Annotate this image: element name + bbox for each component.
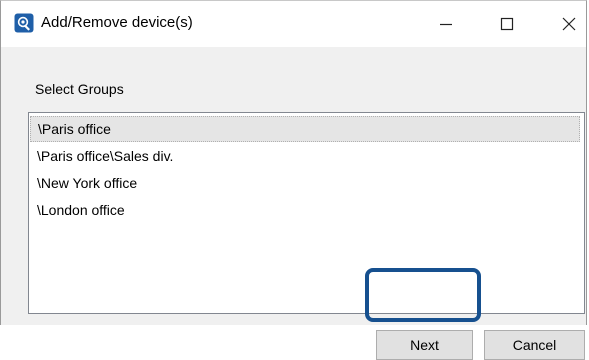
dialog-window: Add/Remove device(s) Select Groups \Pari…: [0, 0, 587, 360]
select-groups-label: Select Groups: [35, 81, 124, 97]
close-button[interactable]: [546, 1, 589, 47]
device-management-icon: [14, 13, 34, 33]
minimize-button[interactable]: [423, 1, 469, 47]
cancel-button[interactable]: Cancel: [484, 330, 585, 360]
maximize-icon: [500, 17, 514, 31]
dialog-content: Select Groups \Paris office \Paris offic…: [1, 47, 586, 360]
title-bar[interactable]: Add/Remove device(s): [1, 1, 586, 47]
groups-listbox[interactable]: \Paris office \Paris office\Sales div. \…: [28, 112, 585, 314]
next-button-highlight: [365, 268, 481, 322]
group-item-london-office[interactable]: \London office: [30, 197, 580, 223]
group-item-paris-office[interactable]: \Paris office: [30, 116, 580, 142]
window-title: Add/Remove device(s): [41, 14, 193, 31]
close-icon: [562, 17, 576, 31]
group-item-paris-sales[interactable]: \Paris office\Sales div.: [30, 143, 580, 169]
minimize-icon: [440, 23, 452, 26]
next-button[interactable]: Next: [376, 330, 473, 360]
group-item-new-york-office[interactable]: \New York office: [30, 170, 580, 196]
maximize-button[interactable]: [484, 1, 530, 47]
